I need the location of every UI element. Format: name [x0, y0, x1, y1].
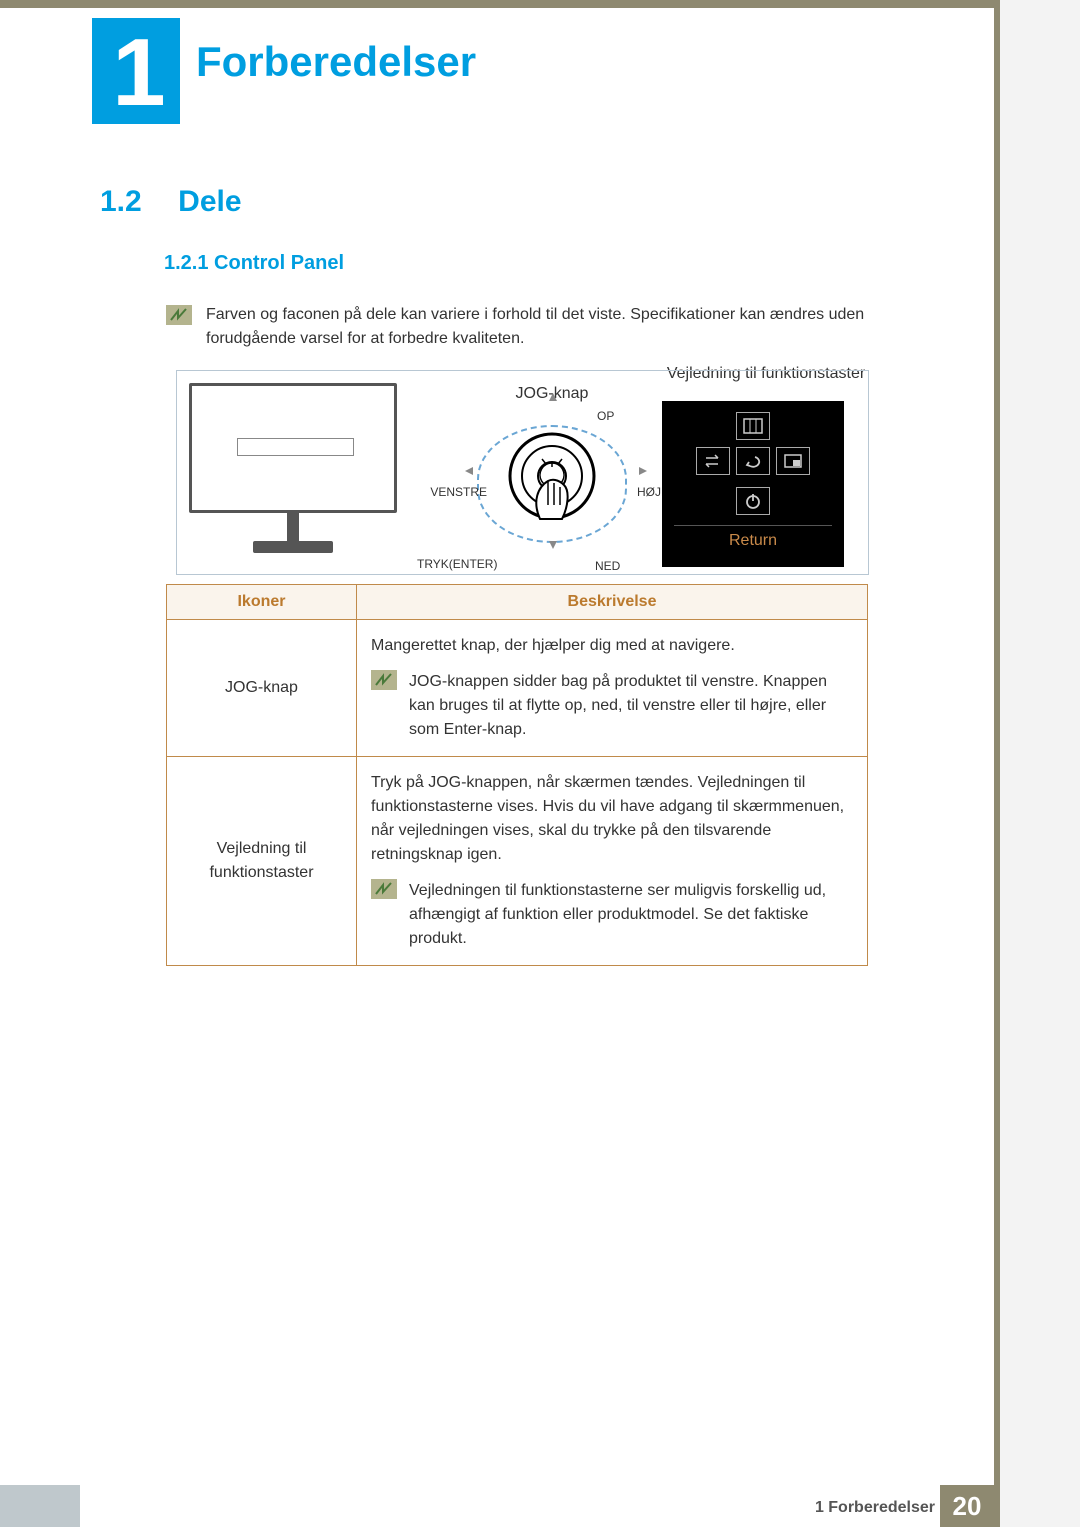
icons-description-table: Ikoner Beskrivelse JOG-knap Mangerettet … [166, 584, 868, 966]
direction-up-label: OP [597, 409, 614, 423]
control-panel-diagram: JOG-knap OP NED VENSTRE HØJRE TRYK(ENTER… [176, 370, 869, 575]
subsection-heading: 1.2.1 Control Panel [164, 252, 344, 275]
direction-left-label: VENSTRE [427, 485, 487, 499]
section-number: 1.2 [100, 185, 142, 219]
table-header-description: Beskrivelse [357, 585, 868, 620]
row1-icon-label: JOG-knap [167, 620, 357, 757]
info-note-text: Farven og faconen på dele kan variere i … [206, 303, 886, 351]
row2-icon-label: Vejledning til funktionstaster [167, 757, 357, 966]
footer-left-stripe [0, 1485, 80, 1527]
osd-source-icon [696, 447, 730, 475]
row1-desc-main: Mangerettet knap, der hjælper dig med at… [371, 634, 853, 658]
osd-function-key-guide: Return [662, 401, 844, 567]
frame-top-stripe [0, 0, 1000, 8]
info-icon [371, 670, 397, 690]
table-header-icons: Ikoner [167, 585, 357, 620]
row2-desc-note: Vejledningen til funktionstasterne ser m… [409, 879, 853, 951]
row2-desc-main: Tryk på JOG-knappen, når skærmen tændes.… [371, 771, 853, 867]
row1-desc-note: JOG-knappen sidder bag på produktet til … [409, 670, 853, 742]
footer-chapter-label: 1 Forberedelser [815, 1499, 935, 1517]
osd-return-label: Return [662, 526, 844, 550]
frame-right-stripe [994, 0, 1000, 1527]
frame-right-panel [1000, 0, 1080, 1527]
arrow-right-icon [639, 467, 647, 475]
chapter-number-badge: 1 [92, 18, 180, 124]
osd-pip-icon [776, 447, 810, 475]
table-row: Vejledning til funktionstaster Tryk på J… [167, 757, 868, 966]
info-icon [371, 879, 397, 899]
jog-knob-area: OP NED VENSTRE HØJRE [437, 401, 667, 556]
section-heading: 1.2 Dele [100, 185, 242, 219]
page-number: 20 [940, 1485, 994, 1527]
arrow-down-icon [549, 541, 557, 549]
chapter-title: Forberedelser [196, 38, 476, 86]
osd-back-icon [736, 447, 770, 475]
osd-menu-icon [736, 412, 770, 440]
row1-description: Mangerettet knap, der hjælper dig med at… [357, 620, 868, 757]
table-row: JOG-knap Mangerettet knap, der hjælper d… [167, 620, 868, 757]
row2-description: Tryk på JOG-knappen, når skærmen tændes.… [357, 757, 868, 966]
info-icon [166, 305, 192, 330]
arrow-up-icon [549, 393, 557, 401]
arrow-left-icon [465, 467, 473, 475]
jog-knob-icon [502, 431, 602, 531]
osd-power-icon [736, 487, 770, 515]
direction-down-label: NED [595, 559, 620, 573]
chapter-number: 1 [92, 18, 180, 128]
section-title: Dele [178, 185, 241, 219]
monitor-illustration [189, 383, 397, 558]
press-enter-label: TRYK(ENTER) [417, 557, 497, 571]
